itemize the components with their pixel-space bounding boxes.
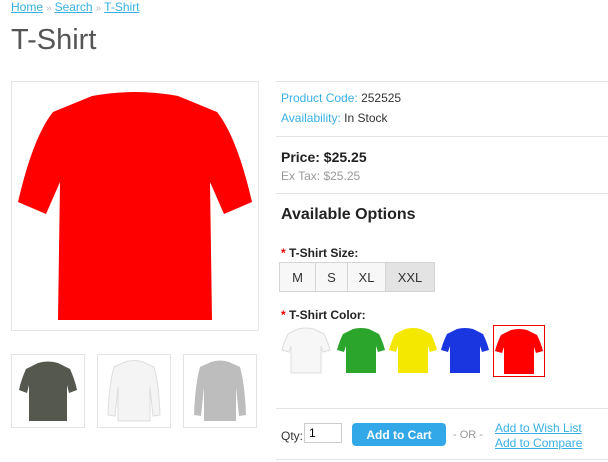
size-option-m[interactable]: M — [279, 262, 316, 292]
red-tshirt-icon — [495, 329, 543, 374]
thumbnail-gray-longsleeve[interactable] — [183, 354, 257, 428]
availability-value: In Stock — [344, 111, 388, 125]
yellow-tshirt-icon — [389, 328, 437, 373]
thumbnail-dark-gray-tshirt[interactable] — [11, 354, 85, 428]
divider — [276, 408, 608, 409]
options-heading: Available Options — [281, 206, 416, 223]
color-swatch-green[interactable] — [336, 325, 388, 377]
color-swatch-white[interactable] — [281, 325, 333, 377]
ex-tax-price: Ex Tax: $25.25 — [281, 169, 361, 183]
thumbnail-white-longsleeve[interactable] — [97, 354, 171, 428]
availability-row: Availability: In Stock — [281, 111, 388, 125]
required-marker: * — [281, 308, 286, 322]
color-swatch-blue[interactable] — [440, 325, 492, 377]
product-code-row: Product Code: 252525 — [281, 91, 401, 105]
green-tshirt-icon — [337, 328, 385, 373]
product-code-value: 252525 — [361, 91, 402, 105]
breadcrumb-search-link[interactable]: Search — [55, 0, 93, 14]
qty-label: Qty: — [281, 429, 304, 443]
divider — [276, 193, 608, 194]
blue-tshirt-icon — [441, 328, 489, 373]
breadcrumb-separator: » — [95, 3, 102, 14]
add-to-cart-button[interactable]: Add to Cart — [352, 423, 446, 446]
white-longsleeve-icon — [107, 360, 161, 422]
color-swatch-red[interactable] — [493, 325, 545, 377]
size-option-xxl[interactable]: XXL — [385, 262, 435, 292]
divider — [276, 136, 608, 137]
gray-longsleeve-icon — [194, 360, 246, 421]
white-tshirt-icon — [281, 327, 331, 374]
breadcrumb: Home» Search» T-Shirt — [11, 0, 140, 14]
add-to-compare-link[interactable]: Add to Compare — [495, 436, 582, 450]
availability-label: Availability: — [281, 111, 341, 125]
qty-input[interactable] — [304, 423, 342, 443]
breadcrumb-home-link[interactable]: Home — [11, 0, 43, 14]
or-separator: - OR - — [453, 429, 483, 441]
red-tshirt-icon — [18, 92, 252, 320]
breadcrumb-current-link[interactable]: T-Shirt — [104, 0, 139, 14]
divider — [276, 459, 608, 460]
size-option-xl[interactable]: XL — [347, 262, 386, 292]
color-swatch-yellow[interactable] — [388, 325, 440, 377]
add-to-wishlist-link[interactable]: Add to Wish List — [495, 421, 582, 435]
required-marker: * — [281, 246, 286, 260]
product-code-label: Product Code: — [281, 91, 358, 105]
main-product-image[interactable] — [11, 81, 259, 331]
color-option-label: * T-Shirt Color: — [281, 308, 366, 322]
breadcrumb-separator: » — [46, 3, 52, 14]
color-label-text: T-Shirt Color: — [289, 308, 366, 322]
size-option-label: * T-Shirt Size: — [281, 246, 358, 260]
page-title: T-Shirt — [11, 24, 97, 56]
size-selector: M S XL XXL — [279, 262, 435, 292]
dark-tshirt-icon — [19, 361, 77, 421]
size-option-s[interactable]: S — [315, 262, 348, 292]
divider — [276, 81, 608, 82]
price: Price: $25.25 — [281, 149, 367, 165]
size-label-text: T-Shirt Size: — [289, 246, 359, 260]
